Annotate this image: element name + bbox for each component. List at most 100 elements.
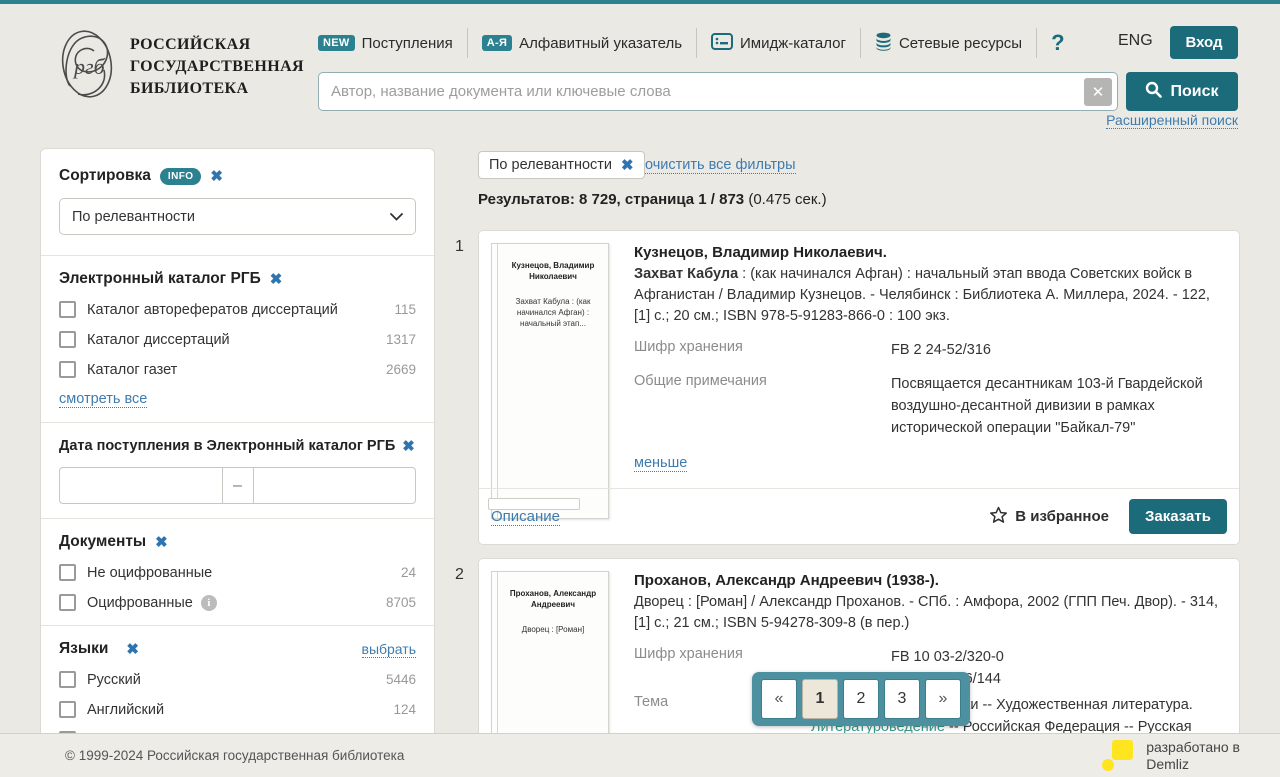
pagination-page-2[interactable]: 2 xyxy=(843,679,879,719)
result-description: Дворец : [Роман] / Александр Проханов. -… xyxy=(634,592,1223,634)
date-from-input[interactable] xyxy=(59,467,223,504)
checkbox-russian[interactable] xyxy=(59,671,76,688)
result-content: Кузнецов, Владимир Николаевич. Захват Ка… xyxy=(634,242,1223,472)
filter-row-digitized: Оцифрованные i 8705 xyxy=(59,594,416,611)
pagination-page-3[interactable]: 3 xyxy=(884,679,920,719)
filter-count: 2669 xyxy=(386,362,416,377)
book-cover-thumbnail[interactable]: Кузнецов, Владимир Николаевич Захват Каб… xyxy=(491,243,609,519)
checkbox-not-digitized[interactable] xyxy=(59,564,76,581)
filter-count: 8705 xyxy=(386,595,416,610)
database-icon xyxy=(875,32,892,55)
checkbox-autoref[interactable] xyxy=(59,301,76,318)
book-spine xyxy=(497,244,498,518)
checkbox-dissert[interactable] xyxy=(59,331,76,348)
languages-title-label: Языки xyxy=(59,640,108,658)
thumb-author: Проханов, Александр Андреевич xyxy=(506,588,600,610)
developed-by-text: разработано в Demliz xyxy=(1146,739,1240,773)
field-row-notes: Общие примечания Посвящается десантникам… xyxy=(634,373,1223,439)
add-to-favorites-button[interactable]: В избранное xyxy=(989,506,1109,528)
order-button[interactable]: Заказать xyxy=(1129,499,1227,534)
catalog-close-icon[interactable]: ✖ xyxy=(270,270,283,288)
result-author: Кузнецов, Владимир Николаевич. xyxy=(634,242,1223,263)
search-button[interactable]: Поиск xyxy=(1126,72,1238,111)
search-bar: ✕ xyxy=(318,72,1118,111)
nav-alphabet-index-label: Алфавитный указатель xyxy=(519,35,682,52)
date-close-icon[interactable]: ✖ xyxy=(402,437,415,455)
section-divider xyxy=(41,625,434,626)
active-filter-chip[interactable]: По релевантности ✖ xyxy=(478,151,645,179)
info-icon[interactable]: i xyxy=(201,595,217,611)
rsl-logo[interactable]: ргб xyxy=(52,24,122,107)
advanced-search-link[interactable]: Расширенный поиск xyxy=(1106,112,1238,129)
pagination-page-1[interactable]: 1 xyxy=(802,679,838,719)
filter-row-russian: Русский 5446 xyxy=(59,671,416,688)
see-all-link[interactable]: смотреть все xyxy=(59,391,147,408)
nav-divider xyxy=(467,28,468,58)
filters-sidebar: Сортировка INFO ✖ По релевантности Элект… xyxy=(40,148,435,777)
filter-row-not-digitized: Не оцифрованные 24 xyxy=(59,564,416,581)
favorites-label: В избранное xyxy=(1015,508,1109,525)
library-name: РОССИЙСКАЯ ГОСУДАРСТВЕННАЯ БИБЛИОТЕКА xyxy=(130,34,304,100)
footer: © 1999-2024 Российская государственная б… xyxy=(0,733,1280,777)
checkbox-english[interactable] xyxy=(59,701,76,718)
choose-languages-link[interactable]: выбрать xyxy=(362,641,417,658)
field-label: Шифр хранения xyxy=(634,339,891,361)
sort-close-icon[interactable]: ✖ xyxy=(210,167,223,185)
nav-new-arrivals-label: Поступления xyxy=(362,35,453,52)
search-input[interactable] xyxy=(331,83,1077,100)
pagination-prev-button[interactable]: « xyxy=(761,679,797,719)
nav-alphabet-index[interactable]: А-Я Алфавитный указатель xyxy=(482,35,682,52)
documents-close-icon[interactable]: ✖ xyxy=(155,533,168,551)
documents-title-label: Документы xyxy=(59,533,146,551)
chip-label: По релевантности xyxy=(489,157,612,173)
sort-select-value: По релевантности xyxy=(72,209,195,225)
sort-title-label: Сортировка xyxy=(59,167,151,185)
result-number: 2 xyxy=(455,566,464,584)
login-button[interactable]: Вход xyxy=(1170,26,1238,59)
language-switch[interactable]: ENG xyxy=(1118,32,1153,50)
catalog-section-title: Электронный каталог РГБ ✖ xyxy=(59,270,416,288)
search-button-label: Поиск xyxy=(1170,83,1218,101)
filter-row-dissert: Каталог диссертаций 1317 xyxy=(59,331,416,348)
filter-label: Каталог диссертаций xyxy=(87,332,230,348)
result-description: Захват Кабула : (как начинался Афган) : … xyxy=(634,264,1223,327)
info-badge[interactable]: INFO xyxy=(160,168,202,185)
shelfmark-line-1: FB 10 03-2/320-0 xyxy=(891,646,1004,668)
result-actions: Описание В избранное Заказать xyxy=(479,488,1239,544)
filter-row-autoref: Каталог авторефератов диссертаций 115 xyxy=(59,301,416,318)
checkbox-digitized[interactable] xyxy=(59,594,76,611)
languages-close-icon[interactable]: ✖ xyxy=(126,640,139,658)
sort-select[interactable]: По релевантности xyxy=(59,198,416,235)
pagination: « 1 2 3 » xyxy=(752,672,970,726)
checkbox-newspapers[interactable] xyxy=(59,361,76,378)
clear-search-icon[interactable]: ✕ xyxy=(1084,78,1112,106)
help-icon[interactable]: ? xyxy=(1051,30,1064,56)
chip-close-icon[interactable]: ✖ xyxy=(621,156,634,174)
filter-label: Английский xyxy=(87,702,164,718)
image-catalog-icon xyxy=(711,33,733,54)
show-less-link[interactable]: меньше xyxy=(634,455,687,472)
documents-section-title: Документы ✖ xyxy=(59,533,416,551)
top-accent-strip xyxy=(0,0,1280,4)
result-author: Проханов, Александр Андреевич (1938-). xyxy=(634,570,1223,591)
filter-count: 5446 xyxy=(386,672,416,687)
section-divider xyxy=(41,255,434,256)
languages-section-title: Языки ✖ выбрать xyxy=(59,640,416,658)
nav-new-arrivals[interactable]: NEW Поступления xyxy=(318,35,453,52)
nav-network-resources[interactable]: Сетевые ресурсы xyxy=(875,32,1022,55)
clear-all-filters-link[interactable]: очистить все фильтры xyxy=(645,157,796,174)
field-label: Общие примечания xyxy=(634,373,891,439)
search-icon xyxy=(1145,81,1162,103)
pagination-next-button[interactable]: » xyxy=(925,679,961,719)
date-to-input[interactable] xyxy=(253,467,417,504)
field-value: FB 2 24-52/316 xyxy=(891,339,991,361)
field-value: Посвящается десантникам 103-й Гвардейско… xyxy=(891,373,1223,439)
nav-network-resources-label: Сетевые ресурсы xyxy=(899,35,1022,52)
copyright-text: © 1999-2024 Российская государственная б… xyxy=(65,748,404,763)
nav-image-catalog[interactable]: Имидж-каталог xyxy=(711,33,846,54)
section-divider xyxy=(41,422,434,423)
description-link[interactable]: Описание xyxy=(491,508,560,526)
az-badge: А-Я xyxy=(482,35,512,51)
filter-row-english: Английский 124 xyxy=(59,701,416,718)
developed-by[interactable]: разработано в Demliz xyxy=(1100,738,1240,774)
